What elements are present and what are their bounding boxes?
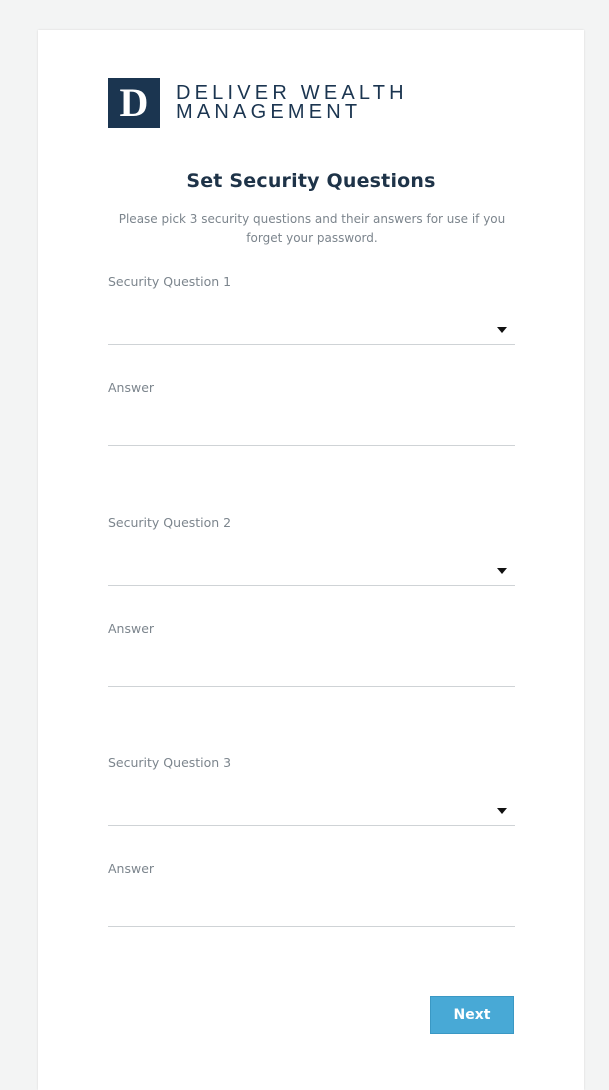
logo-mark: D (108, 78, 160, 128)
logo-wordmark: DELIVER WEALTH MANAGEMENT (176, 83, 408, 123)
answer-1-label: Answer (108, 380, 155, 395)
answer-3-label: Answer (108, 861, 155, 876)
security-question-2-label: Security Question 2 (108, 515, 232, 530)
security-question-2-select[interactable] (108, 556, 515, 586)
answer-2-label: Answer (108, 621, 155, 636)
answer-1-input[interactable] (108, 416, 515, 446)
chevron-down-icon (497, 327, 507, 333)
page-subtitle: Please pick 3 security questions and the… (118, 212, 506, 245)
chevron-down-icon (497, 568, 507, 574)
answer-3-input[interactable] (108, 897, 515, 927)
security-question-1-select[interactable] (108, 315, 515, 345)
security-question-3-select[interactable] (108, 796, 515, 826)
logo-text-line-2: MANAGEMENT (176, 101, 362, 123)
chevron-down-icon (497, 808, 507, 814)
answer-2-input[interactable] (108, 657, 515, 687)
security-question-1-label: Security Question 1 (108, 274, 232, 289)
security-question-3-label: Security Question 3 (108, 755, 232, 770)
security-questions-card: D DELIVER WEALTH MANAGEMENT Set Security… (38, 30, 584, 1090)
page-title: Set Security Questions (186, 170, 436, 192)
brand-logo: D DELIVER WEALTH MANAGEMENT (108, 78, 408, 128)
next-button[interactable]: Next (430, 996, 514, 1034)
